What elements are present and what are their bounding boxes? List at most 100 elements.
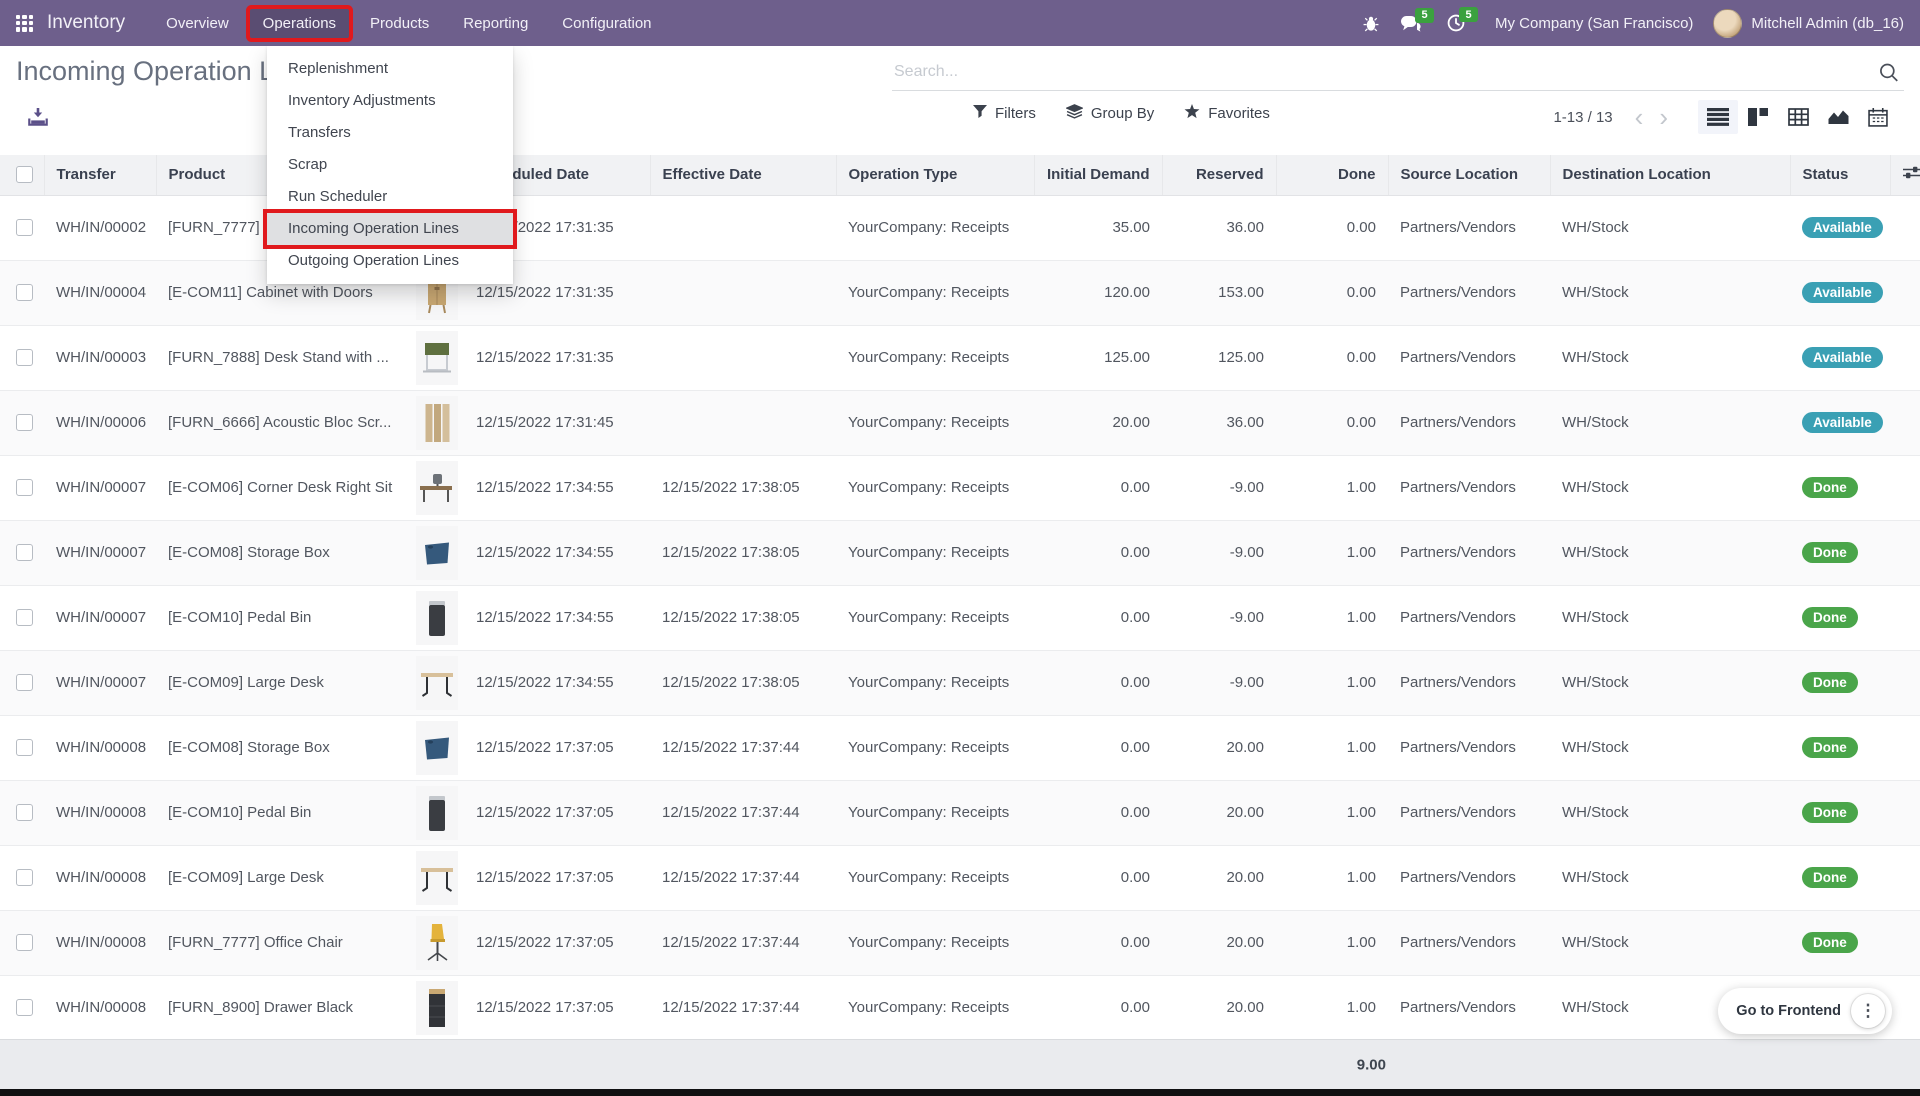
row-checkbox[interactable] [16, 219, 33, 236]
search-input[interactable] [892, 62, 1873, 82]
table-row[interactable]: WH/IN/00007[E-COM06] Corner Desk Right S… [0, 455, 1920, 520]
table-row[interactable]: WH/IN/00007[E-COM08] Storage Box12/15/20… [0, 520, 1920, 585]
select-all-checkbox[interactable] [16, 166, 33, 183]
graph-view-icon[interactable] [1818, 100, 1858, 134]
table-row[interactable]: WH/IN/00008[E-COM10] Pedal Bin12/15/2022… [0, 780, 1920, 845]
cell-product-image [404, 715, 464, 780]
menu-item-outgoing-operation-lines[interactable]: Outgoing Operation Lines [267, 245, 513, 277]
calendar-view-icon[interactable] [1858, 100, 1898, 134]
cell-select[interactable] [0, 780, 44, 845]
column-header-source-location[interactable]: Source Location [1388, 155, 1550, 195]
cell-select[interactable] [0, 260, 44, 325]
cell-select[interactable] [0, 455, 44, 520]
group-by-button[interactable]: Group By [1066, 104, 1154, 123]
go-to-frontend-button[interactable]: Go to Frontend [1736, 1003, 1841, 1019]
table-row[interactable]: WH/IN/00006[FURN_6666] Acoustic Bloc Scr… [0, 390, 1920, 455]
cell-select[interactable] [0, 845, 44, 910]
cell-effective-date [650, 390, 836, 455]
row-checkbox[interactable] [16, 674, 33, 691]
cell-spacer [1890, 520, 1920, 585]
cell-source-location: Partners/Vendors [1388, 260, 1550, 325]
cell-select[interactable] [0, 975, 44, 1040]
row-checkbox[interactable] [16, 414, 33, 431]
operations-menu: ReplenishmentInventory AdjustmentsTransf… [267, 46, 513, 284]
apps-grid-icon[interactable] [16, 15, 33, 32]
pivot-view-icon[interactable] [1778, 100, 1818, 134]
company-switcher[interactable]: My Company (San Francisco) [1495, 15, 1693, 32]
row-checkbox[interactable] [16, 999, 33, 1016]
column-settings-header[interactable] [1890, 155, 1920, 195]
cell-destination-location: WH/Stock [1550, 390, 1790, 455]
cell-select[interactable] [0, 585, 44, 650]
cell-select[interactable] [0, 910, 44, 975]
filters-button[interactable]: Filters [973, 105, 1036, 122]
favorites-button[interactable]: Favorites [1184, 104, 1270, 123]
nav-item-configuration[interactable]: Configuration [549, 9, 664, 38]
menu-item-replenishment[interactable]: Replenishment [267, 53, 513, 85]
table-row[interactable]: WH/IN/00008[E-COM09] Large Desk12/15/202… [0, 845, 1920, 910]
nav-item-overview[interactable]: Overview [153, 9, 242, 38]
cell-destination-location: WH/Stock [1550, 910, 1790, 975]
menu-item-inventory-adjustments[interactable]: Inventory Adjustments [267, 85, 513, 117]
column-header-operation-type[interactable]: Operation Type [836, 155, 1034, 195]
search-icon[interactable] [1873, 61, 1904, 84]
user-menu[interactable]: Mitchell Admin (db_16) [1713, 9, 1904, 38]
row-checkbox[interactable] [16, 284, 33, 301]
more-options-icon[interactable]: ⋮ [1851, 994, 1885, 1028]
row-checkbox[interactable] [16, 739, 33, 756]
cell-select[interactable] [0, 715, 44, 780]
row-checkbox[interactable] [16, 544, 33, 561]
row-checkbox[interactable] [16, 804, 33, 821]
column-header-initial-demand[interactable]: Initial Demand [1034, 155, 1162, 195]
cell-destination-location: WH/Stock [1550, 195, 1790, 260]
table-row[interactable]: WH/IN/00007[E-COM10] Pedal Bin12/15/2022… [0, 585, 1920, 650]
status-badge: Available [1802, 282, 1883, 303]
row-checkbox[interactable] [16, 349, 33, 366]
menu-item-transfers[interactable]: Transfers [267, 117, 513, 149]
activities-icon[interactable]: 5 [1447, 14, 1465, 32]
pager-next-icon[interactable]: › [1651, 104, 1676, 130]
export-button[interactable] [28, 108, 48, 131]
column-header-done[interactable]: Done [1276, 155, 1388, 195]
row-checkbox[interactable] [16, 479, 33, 496]
cell-select[interactable] [0, 390, 44, 455]
nav-item-reporting[interactable]: Reporting [450, 9, 541, 38]
menu-item-incoming-operation-lines[interactable]: Incoming Operation Lines [267, 213, 513, 245]
table-row[interactable]: WH/IN/00007[E-COM09] Large Desk12/15/202… [0, 650, 1920, 715]
column-header-reserved[interactable]: Reserved [1162, 155, 1276, 195]
column-header-status[interactable]: Status [1790, 155, 1890, 195]
bug-icon[interactable] [1362, 15, 1380, 32]
table-row[interactable]: WH/IN/00008[E-COM08] Storage Box12/15/20… [0, 715, 1920, 780]
nav-item-operations[interactable]: Operations [250, 9, 349, 38]
cell-select[interactable] [0, 325, 44, 390]
list-view-icon[interactable] [1698, 100, 1738, 134]
large-desk-image [416, 851, 458, 905]
menu-item-run-scheduler[interactable]: Run Scheduler [267, 181, 513, 213]
column-header-destination-location[interactable]: Destination Location [1550, 155, 1790, 195]
menu-item-scrap[interactable]: Scrap [267, 149, 513, 181]
table-row[interactable]: WH/IN/00008[FURN_8900] Drawer Black12/15… [0, 975, 1920, 1040]
pager-prev-icon[interactable]: ‹ [1627, 104, 1652, 130]
select-all-header[interactable] [0, 155, 44, 195]
table-row[interactable]: WH/IN/00003[FURN_7888] Desk Stand with .… [0, 325, 1920, 390]
cell-select[interactable] [0, 520, 44, 585]
column-settings-icon[interactable] [1903, 167, 1920, 184]
cell-status: Available [1790, 325, 1890, 390]
column-header-effective-date[interactable]: Effective Date [650, 155, 836, 195]
user-avatar[interactable] [1713, 9, 1742, 38]
table-row[interactable]: WH/IN/00008[FURN_7777] Office Chair12/15… [0, 910, 1920, 975]
cell-status: Available [1790, 390, 1890, 455]
cell-select[interactable] [0, 195, 44, 260]
kanban-view-icon[interactable] [1738, 100, 1778, 134]
cell-operation-type: YourCompany: Receipts [836, 325, 1034, 390]
cell-select[interactable] [0, 650, 44, 715]
row-checkbox[interactable] [16, 609, 33, 626]
row-checkbox[interactable] [16, 869, 33, 886]
column-header-transfer[interactable]: Transfer [44, 155, 156, 195]
messages-icon[interactable]: 5 [1400, 15, 1421, 32]
nav-item-products[interactable]: Products [357, 9, 442, 38]
pager-and-views: 1-13 / 13 ‹ › [1553, 100, 1898, 134]
cell-done: 0.00 [1276, 260, 1388, 325]
row-checkbox[interactable] [16, 934, 33, 951]
app-name[interactable]: Inventory [47, 12, 125, 34]
